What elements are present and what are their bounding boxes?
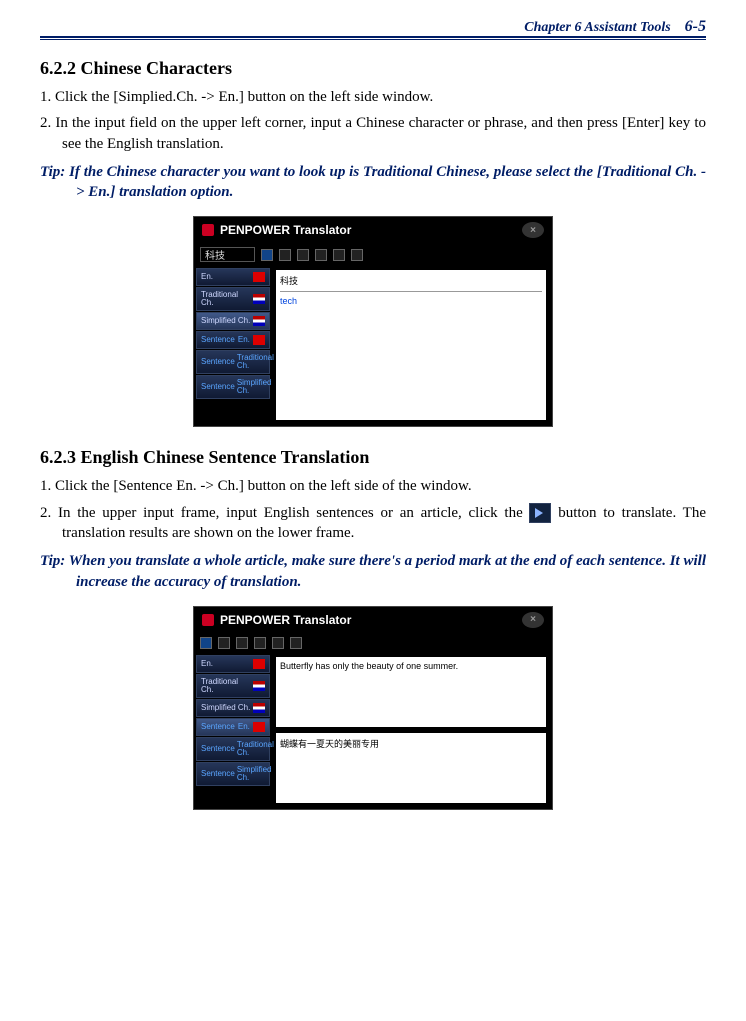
flag-en-icon: [253, 703, 265, 713]
copy-icon[interactable]: [254, 637, 266, 649]
side-tabs: En. Traditional Ch. Simplified Ch. Sente…: [194, 653, 272, 809]
translate-icon[interactable]: [261, 249, 273, 261]
nav-back-icon[interactable]: [236, 637, 248, 649]
app-title: PENPOWER Translator: [220, 613, 351, 627]
clear-icon[interactable]: [290, 637, 302, 649]
tab-sentence-trad[interactable]: SentenceTraditional Ch.: [196, 737, 270, 761]
result-translation[interactable]: tech: [280, 296, 297, 306]
step-623-2: 2. In the upper input frame, input Engli…: [40, 503, 706, 544]
app-title: PENPOWER Translator: [220, 223, 351, 237]
tab-en[interactable]: En.: [196, 268, 270, 286]
nav-back-icon[interactable]: [279, 249, 291, 261]
paste-icon[interactable]: [272, 637, 284, 649]
tab-sentence-simp[interactable]: SentenceSimplified Ch.: [196, 762, 270, 786]
title-bar: PENPOWER Translator ×: [194, 217, 552, 243]
sentence-panels: Butterfly has only the beauty of one sum…: [276, 657, 546, 803]
title-bar: PENPOWER Translator ×: [194, 607, 552, 633]
nav-fwd-icon[interactable]: [297, 249, 309, 261]
flag-en-icon: [253, 316, 265, 326]
translator-window-2: PENPOWER Translator × En. Traditional Ch…: [193, 606, 553, 810]
flag-ch-icon: [253, 659, 265, 669]
flag-ch-icon: [253, 335, 265, 345]
heading-623: 6.2.3 English Chinese Sentence Translati…: [40, 447, 706, 468]
result-headword: 科技: [280, 274, 542, 292]
search-input[interactable]: [200, 247, 255, 262]
input-pane[interactable]: Butterfly has only the beauty of one sum…: [276, 657, 546, 727]
tab-sentence-en[interactable]: SentenceEn.: [196, 331, 270, 349]
clear-icon[interactable]: [351, 249, 363, 261]
copy-icon[interactable]: [315, 249, 327, 261]
translator-window-1: PENPOWER Translator × En. Traditional Ch…: [193, 216, 553, 427]
step-622-2: 2. In the input field on the upper left …: [40, 113, 706, 154]
result-body: tech: [280, 296, 542, 416]
side-tabs: En. Traditional Ch. Simplified Ch. Sente…: [194, 266, 272, 426]
result-panel: 科技 tech: [276, 270, 546, 420]
output-pane: 蝴蝶有一夏天的美丽专用: [276, 733, 546, 803]
app-logo-icon: [202, 614, 214, 626]
close-icon[interactable]: ×: [522, 612, 544, 628]
tab-simp-ch[interactable]: Simplified Ch.: [196, 699, 270, 717]
figure-2: PENPOWER Translator × En. Traditional Ch…: [40, 606, 706, 810]
toolbar: [194, 243, 552, 266]
step-622-1: 1. Click the [Simplied.Ch. -> En.] butto…: [40, 87, 706, 107]
header-rule: [40, 36, 706, 40]
flag-ch-icon: [253, 722, 265, 732]
tab-simp-ch[interactable]: Simplified Ch.: [196, 312, 270, 330]
tab-sentence-simp[interactable]: SentenceSimplified Ch.: [196, 375, 270, 399]
toolbar: [194, 633, 552, 653]
tab-sentence-trad[interactable]: SentenceTraditional Ch.: [196, 350, 270, 374]
tab-en[interactable]: En.: [196, 655, 270, 673]
tab-trad-ch[interactable]: Traditional Ch.: [196, 674, 270, 698]
tip-622: Tip: If the Chinese character you want t…: [40, 162, 706, 203]
translate-icon[interactable]: [200, 637, 212, 649]
page-header: Chapter 6 Assistant Tools 6-5: [40, 18, 706, 40]
refresh-icon[interactable]: [218, 637, 230, 649]
close-icon[interactable]: ×: [522, 222, 544, 238]
page-number: 6-5: [685, 18, 706, 36]
app-logo-icon: [202, 224, 214, 236]
paste-icon[interactable]: [333, 249, 345, 261]
tip-623: Tip: When you translate a whole article,…: [40, 551, 706, 592]
step-623-1: 1. Click the [Sentence En. -> Ch.] butto…: [40, 476, 706, 496]
flag-en-icon: [253, 681, 265, 691]
translate-button-icon[interactable]: [529, 503, 551, 523]
chapter-title: Chapter 6 Assistant Tools: [524, 20, 670, 36]
tab-sentence-en[interactable]: SentenceEn.: [196, 718, 270, 736]
tab-trad-ch[interactable]: Traditional Ch.: [196, 287, 270, 311]
flag-ch-icon: [253, 272, 265, 282]
figure-1: PENPOWER Translator × En. Traditional Ch…: [40, 216, 706, 427]
heading-622: 6.2.2 Chinese Characters: [40, 58, 706, 79]
flag-en-icon: [253, 294, 265, 304]
